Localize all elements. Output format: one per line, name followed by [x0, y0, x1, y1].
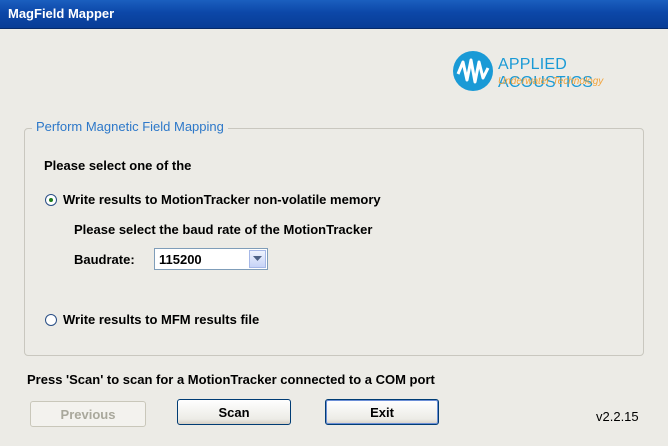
select-prompt: Please select one of the: [44, 158, 192, 173]
scan-instruction: Press 'Scan' to scan for a MotionTracker…: [27, 372, 435, 387]
group-legend: Perform Magnetic Field Mapping: [32, 119, 228, 134]
previous-button[interactable]: Previous: [30, 401, 146, 427]
baud-prompt: Please select the baud rate of the Motio…: [74, 222, 373, 237]
company-tagline: Underwater Technology: [498, 76, 604, 87]
title-bar[interactable]: MagField Mapper: [0, 0, 668, 29]
window-title: MagField Mapper: [8, 6, 115, 21]
radio-write-memory[interactable]: [45, 194, 57, 206]
version-label: v2.2.15: [596, 409, 639, 424]
radio-write-memory-label[interactable]: Write results to MotionTracker non-volat…: [63, 192, 381, 207]
radio-write-file-label[interactable]: Write results to MFM results file: [63, 312, 259, 327]
baudrate-value: 115200: [159, 252, 202, 267]
applied-acoustics-logo-icon: [453, 51, 493, 91]
chevron-down-icon[interactable]: [249, 250, 266, 268]
company-logo: APPLIED ACOUSTICS Underwater Technology: [452, 50, 662, 92]
baud-label: Baudrate:: [74, 252, 135, 267]
scan-button[interactable]: Scan: [177, 399, 291, 425]
exit-button[interactable]: Exit: [325, 399, 439, 425]
main-window: MagField Mapper APPLIED ACOUSTICS Underw…: [0, 0, 668, 446]
radio-write-file[interactable]: [45, 314, 57, 326]
baudrate-select[interactable]: 115200: [154, 248, 268, 270]
